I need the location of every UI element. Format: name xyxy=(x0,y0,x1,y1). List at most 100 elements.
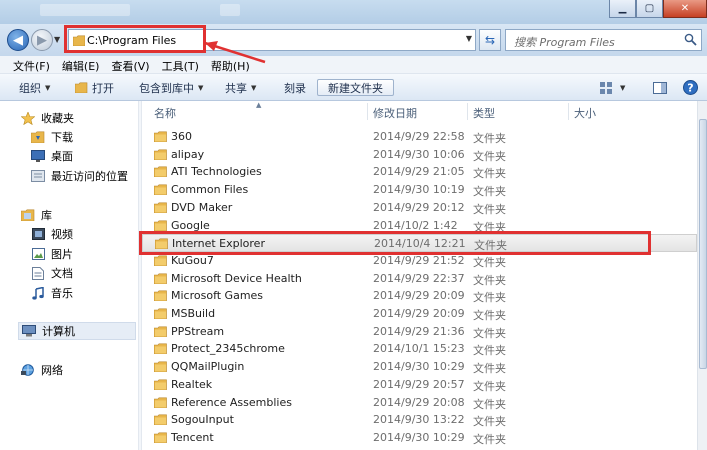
folder-icon xyxy=(153,290,167,304)
file-date-modified: 2014/9/30 10:29 xyxy=(373,360,465,374)
window-title-blurred xyxy=(220,4,240,16)
file-date-modified: 2014/9/30 10:29 xyxy=(373,430,465,444)
organize-button[interactable]: 组织 ▼ xyxy=(16,79,53,96)
desktop-icon xyxy=(30,149,46,163)
search-input[interactable]: 搜索 Program Files xyxy=(505,29,702,51)
file-name: SogouInput xyxy=(171,413,234,427)
window-title-blurred xyxy=(40,4,130,16)
sidebar-item-computer[interactable]: 计算机 xyxy=(18,322,136,340)
maximize-button[interactable]: ▢ xyxy=(636,0,663,18)
table-row[interactable]: alipay 2014/9/30 10:06 文件夹 xyxy=(142,146,697,164)
table-row[interactable]: Realtek 2014/9/29 20:57 文件夹 xyxy=(142,376,697,394)
menu-edit[interactable]: 编辑(E) xyxy=(56,56,106,73)
folder-icon xyxy=(153,166,167,180)
preview-pane-icon[interactable] xyxy=(651,79,669,96)
open-button[interactable]: 打开 xyxy=(72,79,117,96)
sidebar-item-downloads[interactable]: 下载 xyxy=(30,128,73,146)
back-button[interactable]: ◀ xyxy=(7,29,29,51)
table-row[interactable]: DVD Maker 2014/9/29 20:12 文件夹 xyxy=(142,199,697,217)
close-button[interactable]: ✕ xyxy=(663,0,707,18)
file-type: 文件夹 xyxy=(473,167,506,181)
table-row[interactable]: Tencent 2014/9/30 10:29 文件夹 xyxy=(142,429,697,447)
forward-button[interactable]: ▶ xyxy=(31,29,53,51)
column-separator[interactable] xyxy=(367,103,368,120)
share-label: 共享 xyxy=(225,81,247,95)
recent-pages-dropdown-icon[interactable]: ▼ xyxy=(54,35,60,44)
burn-button[interactable]: 刻录 xyxy=(281,79,309,96)
table-row[interactable]: SogouInput 2014/9/30 13:22 文件夹 xyxy=(142,411,697,429)
file-name: alipay xyxy=(171,147,205,161)
table-row[interactable]: Protect_2345chrome 2014/10/1 15:23 文件夹 xyxy=(142,340,697,358)
selected-row-highlight-box xyxy=(139,231,651,255)
sidebar-item-desktop[interactable]: 桌面 xyxy=(30,147,73,165)
folder-icon xyxy=(153,273,167,287)
vertical-scrollbar[interactable] xyxy=(697,101,707,450)
table-row[interactable]: Reference Assemblies 2014/9/29 20:08 文件夹 xyxy=(142,394,697,412)
sidebar-item-pictures[interactable]: 图片 xyxy=(30,245,73,263)
column-header-type[interactable]: 类型 xyxy=(473,105,495,121)
file-date-modified: 2014/9/29 22:58 xyxy=(373,130,465,143)
table-row[interactable]: Common Files 2014/9/30 10:19 文件夹 xyxy=(142,181,697,199)
include-in-library-button[interactable]: 包含到库中 ▼ xyxy=(136,79,206,96)
menu-help[interactable]: 帮助(H) xyxy=(205,56,256,73)
minimize-button[interactable]: ▁ xyxy=(609,0,636,18)
table-row[interactable]: PPStream 2014/9/29 21:36 文件夹 xyxy=(142,323,697,341)
folder-icon xyxy=(153,414,167,428)
sidebar-item-network[interactable]: 网络 xyxy=(20,361,63,379)
file-date-modified: 2014/9/29 20:09 xyxy=(373,289,465,303)
table-row[interactable]: Microsoft Device Health 2014/9/29 22:37 文件… xyxy=(142,270,697,288)
file-date-modified: 2014/9/30 13:22 xyxy=(373,413,465,427)
sidebar-item-label: 视频 xyxy=(51,228,73,241)
column-separator[interactable] xyxy=(568,103,569,120)
table-row[interactable]: ATI Technologies 2014/9/29 21:05 文件夹 xyxy=(142,163,697,181)
sidebar-item-label: 文档 xyxy=(51,267,73,280)
view-options-icon[interactable] xyxy=(598,79,616,96)
new-folder-button[interactable]: 新建文件夹 xyxy=(317,79,394,96)
sidebar-item-music[interactable]: 音乐 xyxy=(30,284,73,302)
sidebar-item-recent[interactable]: 最近访问的位置 xyxy=(30,167,128,185)
column-header-date-modified[interactable]: 修改日期 xyxy=(373,105,417,121)
menu-view[interactable]: 查看(V) xyxy=(105,56,155,73)
svg-text:?: ? xyxy=(687,82,693,95)
file-date-modified: 2014/9/29 20:12 xyxy=(373,200,465,214)
scrollbar-thumb[interactable] xyxy=(699,119,707,369)
downloads-folder-icon xyxy=(30,130,46,144)
share-button[interactable]: 共享 ▼ xyxy=(222,79,259,96)
address-dropdown-icon[interactable]: ▼ xyxy=(466,34,472,43)
computer-icon xyxy=(21,324,37,338)
sidebar-item-favorites[interactable]: 收藏夹 xyxy=(20,109,74,127)
file-name: Protect_2345chrome xyxy=(171,342,285,356)
column-header-name[interactable]: 名称 xyxy=(154,105,176,121)
menu-bar: 文件(F) 编辑(E) 查看(V) 工具(T) 帮助(H) xyxy=(0,56,707,74)
sidebar-item-label: 音乐 xyxy=(51,287,73,300)
file-date-modified: 2014/10/1 15:23 xyxy=(373,342,465,356)
file-name: Microsoft Games xyxy=(171,289,264,303)
file-name: 360 xyxy=(171,130,192,143)
table-row[interactable]: Microsoft Games 2014/9/29 20:09 文件夹 xyxy=(142,287,697,305)
folder-icon xyxy=(153,361,167,375)
view-dropdown-icon[interactable]: ▼ xyxy=(617,79,628,96)
table-row[interactable]: 360 2014/9/29 22:58 文件夹 xyxy=(142,128,697,146)
folder-icon xyxy=(153,397,167,411)
sidebar-item-libraries[interactable]: 库 xyxy=(20,206,52,224)
sidebar-item-label: 下载 xyxy=(51,131,73,144)
menu-tools[interactable]: 工具(T) xyxy=(156,56,205,73)
sidebar-item-videos[interactable]: 视频 xyxy=(30,225,73,243)
table-row[interactable]: QQMailPlugin 2014/9/30 10:29 文件夹 xyxy=(142,358,697,376)
search-icon[interactable] xyxy=(684,33,697,49)
column-separator[interactable] xyxy=(467,103,468,120)
table-row[interactable]: MSBuild 2014/9/29 20:09 文件夹 xyxy=(142,305,697,323)
pictures-icon xyxy=(30,247,46,261)
new-folder-label: 新建文件夹 xyxy=(328,81,383,95)
file-date-modified: 2014/9/29 21:05 xyxy=(373,165,465,179)
file-type: 文件夹 xyxy=(473,309,506,322)
file-date-modified: 2014/9/29 22:37 xyxy=(373,271,465,285)
file-name: QQMailPlugin xyxy=(171,360,245,374)
sort-ascending-icon: ▲ xyxy=(256,101,262,109)
menu-file[interactable]: 文件(F) xyxy=(7,56,56,73)
help-icon[interactable]: ? xyxy=(681,79,699,96)
refresh-button[interactable]: ⇆ xyxy=(479,29,501,51)
column-header-size[interactable]: 大小 xyxy=(574,105,596,121)
sidebar-item-documents[interactable]: 文档 xyxy=(30,264,73,282)
title-bar: ▁ ▢ ✕ xyxy=(0,0,707,24)
